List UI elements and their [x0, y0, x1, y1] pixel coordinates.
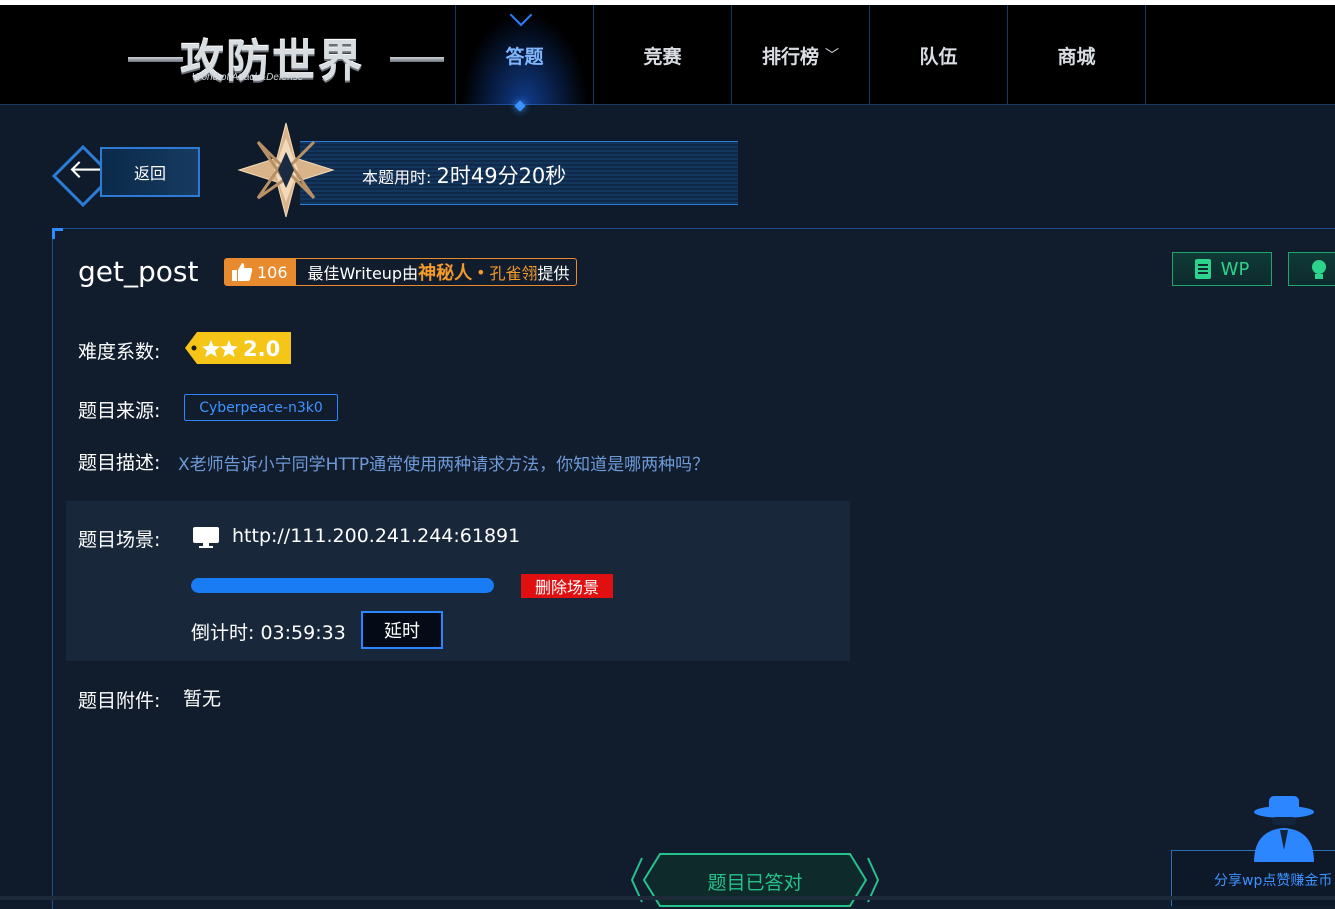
top-nav-bar: 攻防世界 World of Attack&Defense 答题 竞赛 排行榜 ﹀ …: [0, 0, 1335, 105]
thumbs-up-icon: [232, 263, 253, 281]
source-label: 题目来源:: [78, 400, 161, 422]
time-used-value: 2时49分20秒: [436, 164, 567, 188]
document-icon: [1194, 259, 1211, 279]
challenge-title: get_post: [78, 255, 199, 288]
solved-label: 题目已答对: [707, 872, 803, 894]
difficulty-label: 难度系数:: [78, 341, 161, 363]
difficulty-rating: 2.0: [185, 332, 291, 364]
scene-label: 题目场景:: [78, 529, 161, 551]
hint-button[interactable]: [1288, 252, 1335, 286]
attachment-value: 暂无: [183, 688, 222, 710]
spy-mascot-icon: [1254, 796, 1314, 862]
nav-label: 商城: [1057, 45, 1096, 68]
nav-label: 排行榜: [761, 45, 819, 68]
main-nav: 答题 竞赛 排行榜 ﹀ 队伍 商城: [455, 5, 1146, 105]
time-used-label: 本题用时:: [362, 168, 437, 187]
writeup-separator: •: [476, 262, 486, 282]
nav-label: 答题: [505, 45, 544, 68]
nav-item-shop[interactable]: 商城: [1007, 5, 1146, 105]
back-button[interactable]: 🡐 返回: [51, 140, 202, 208]
countdown-text: 倒计时: 03:59:33: [191, 618, 346, 645]
writeup-suffix: 提供: [537, 264, 570, 283]
progress-fill: [191, 578, 494, 593]
wp-button[interactable]: WP: [1172, 252, 1272, 286]
card-corner-accent: [52, 228, 63, 239]
writeup-author-primary[interactable]: 神秘人: [418, 259, 472, 285]
scene-progress-bar: [191, 578, 494, 593]
nav-label: 竞赛: [643, 45, 682, 68]
nav-item-ranking[interactable]: 排行榜 ﹀: [731, 5, 869, 105]
source-tag[interactable]: Cyberpeace-n3k0: [184, 394, 338, 421]
extend-time-button[interactable]: 延时: [361, 611, 443, 649]
monitor-icon: [193, 527, 219, 548]
writeup-author-secondary[interactable]: 孔雀翎: [490, 260, 538, 284]
description-label: 题目描述:: [78, 452, 161, 474]
logo-bar-right: [390, 57, 444, 62]
like-count: 106: [257, 262, 288, 282]
nav-item-team[interactable]: 队伍: [869, 5, 1007, 105]
share-wp-label: 分享wp点赞赚金币: [1214, 873, 1333, 889]
scene-url-link[interactable]: http://111.200.241.244:61891: [232, 525, 520, 547]
rank-star-icon: [237, 122, 335, 218]
delete-scene-button[interactable]: 删除场景: [521, 574, 613, 598]
lightbulb-icon: [1312, 260, 1326, 279]
like-count-box[interactable]: 106: [225, 259, 296, 285]
description-text: X老师告诉小宁同学HTTP通常使用两种请求方法，你知道是哪两种吗？: [178, 455, 710, 475]
nav-item-contest[interactable]: 竞赛: [593, 5, 731, 105]
logo-bar-left: [128, 57, 183, 62]
time-used-text: 本题用时: 2时49分20秒: [362, 160, 566, 190]
site-logo[interactable]: 攻防世界 World of Attack&Defense: [128, 17, 444, 97]
countdown-label: 倒计时:: [191, 622, 261, 644]
nav-label: 队伍: [919, 45, 958, 68]
writeup-prefix: 最佳Writeup由: [307, 264, 419, 283]
page-bottom-border: [0, 896, 1335, 900]
back-label: 返回: [100, 147, 200, 197]
scene-panel: 题目场景: http://111.200.241.244:61891 删除场景 …: [66, 501, 850, 661]
challenge-card: get_post 106 最佳Writeup由 神秘人 • 孔雀翎 提供 WP …: [52, 228, 1335, 909]
difficulty-value: 2.0: [243, 337, 280, 361]
attachment-label: 题目附件:: [78, 690, 161, 712]
wp-label: WP: [1220, 258, 1250, 280]
best-writeup-badge[interactable]: 106 最佳Writeup由 神秘人 • 孔雀翎 提供: [224, 258, 577, 286]
logo-subtitle: World of Attack&Defense: [192, 72, 304, 83]
countdown-value: 03:59:33: [260, 622, 346, 644]
chevron-down-icon: ﹀: [825, 48, 839, 64]
time-used-panel: 本题用时: 2时49分20秒: [300, 141, 738, 205]
nav-item-answer[interactable]: 答题: [455, 5, 593, 105]
